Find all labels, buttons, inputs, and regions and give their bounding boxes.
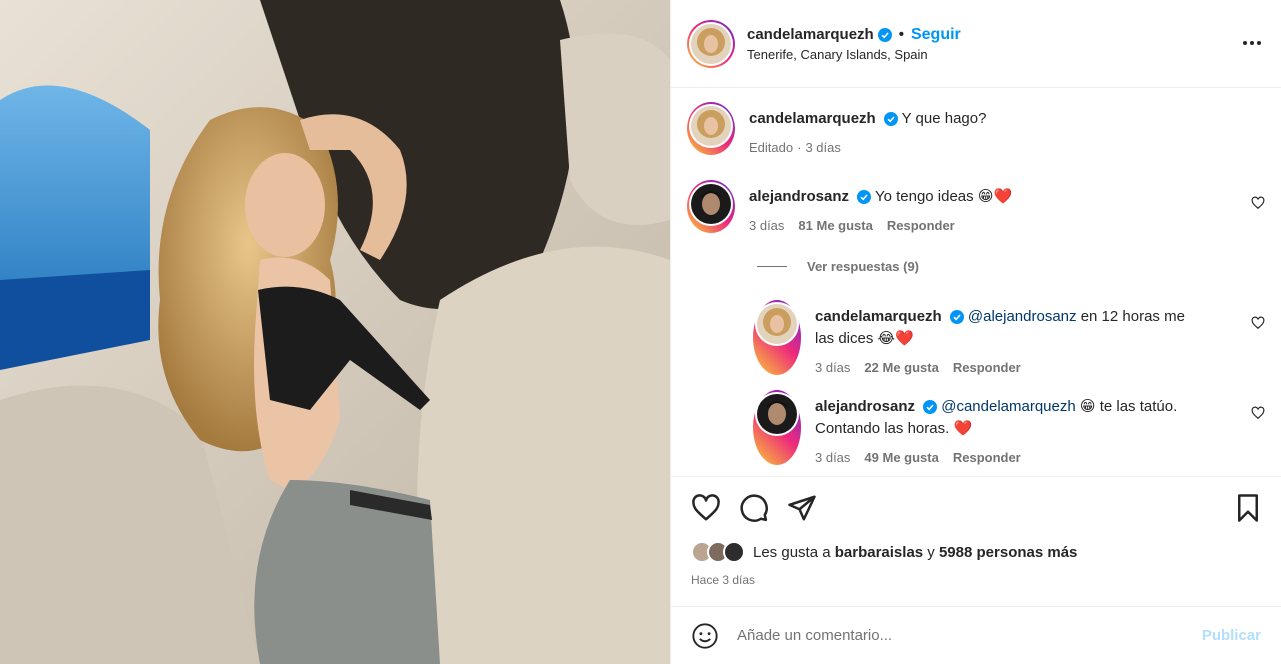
verified-badge-icon (923, 400, 938, 415)
reply-text-line2: Contando las horas. (815, 420, 950, 437)
reply-username[interactable]: alejandrosanz (815, 398, 915, 415)
red-heart-emoji: ❤️ (895, 330, 914, 347)
tears-of-joy-emoji: 😂 (877, 330, 896, 347)
view-replies-label: Ver respuestas (9) (807, 259, 920, 274)
reply-text-line2: las dices (815, 330, 874, 347)
separator-dot: • (898, 26, 904, 43)
comment-username[interactable]: alejandrosanz (749, 188, 849, 205)
reply-likes[interactable]: 49 Me gusta (864, 450, 938, 465)
red-heart-emoji: ❤️ (953, 420, 973, 437)
add-comment-input[interactable] (737, 627, 1202, 644)
red-heart-emoji: ❤️ (993, 188, 1013, 205)
like-comment-heart-icon[interactable] (1251, 196, 1265, 210)
liker-avatars (691, 541, 745, 563)
save-bookmark-icon[interactable] (1233, 493, 1263, 523)
avatar[interactable] (753, 300, 801, 375)
caption-username[interactable]: candelamarquezh (749, 110, 876, 127)
mention-link[interactable]: @alejandrosanz (968, 308, 1077, 325)
likes-conj: y (927, 543, 935, 561)
likes-summary[interactable]: Les gusta a barbaraislas y 5988 personas… (691, 541, 1077, 563)
caption: candelamarquezh Y que hago? Editado · 3 … (687, 102, 1265, 155)
comment-likes[interactable]: 81 Me gusta (798, 218, 872, 233)
avatar[interactable] (753, 390, 801, 465)
mention-link[interactable]: @candelamarquezh (941, 398, 1075, 415)
post-location[interactable]: Tenerife, Canary Islands, Spain (747, 47, 961, 62)
reply-username[interactable]: candelamarquezh (815, 308, 942, 325)
comment-text: Yo tengo ideas (874, 188, 974, 205)
likes-others-count[interactable]: 5988 personas más (939, 544, 1077, 561)
view-replies-button[interactable]: Ver respuestas (9) (757, 259, 919, 274)
post-actions: Les gusta a barbaraislas y 5988 personas… (671, 476, 1281, 606)
post-author-username[interactable]: candelamarquezh (747, 26, 874, 43)
more-options-button[interactable] (1239, 30, 1265, 56)
avatar-image (757, 394, 797, 434)
like-comment-heart-icon[interactable] (1251, 316, 1265, 330)
verified-badge-icon (949, 310, 964, 325)
edited-label: Editado (749, 140, 794, 155)
verified-badge-icon (857, 190, 872, 205)
avatar-image (691, 184, 731, 224)
avatar-image (757, 304, 797, 344)
verified-badge-icon (877, 27, 892, 42)
comment-time[interactable]: 3 días (749, 218, 784, 233)
comments-list: candelamarquezh Y que hago? Editado · 3 … (671, 88, 1281, 476)
reply-likes[interactable]: 22 Me gusta (864, 360, 938, 375)
reply-button[interactable]: Responder (953, 360, 1021, 375)
avatar[interactable] (687, 102, 735, 155)
grin-emoji: 😁 (1079, 398, 1096, 415)
photo-illustration (0, 0, 670, 664)
comment: alejandrosanz Yo tengo ideas 😁❤️ 3 días … (687, 180, 1265, 233)
avatar-image (691, 106, 731, 146)
reply-button[interactable]: Responder (953, 450, 1021, 465)
emoji-smiley-icon[interactable] (691, 622, 719, 650)
caption-text: Y que hago? (901, 110, 987, 127)
reply-comment: alejandrosanz @candelamarquezh 😁 te las … (753, 390, 1265, 465)
divider-line (757, 266, 787, 267)
reply-time[interactable]: 3 días (815, 450, 850, 465)
post-header-text: candelamarquezh • Seguir Tenerife, Canar… (747, 26, 961, 62)
post-header: candelamarquezh • Seguir Tenerife, Canar… (671, 0, 1281, 88)
grin-emoji: 😁 (977, 188, 994, 205)
meta-separator: · (797, 140, 802, 155)
caption-time[interactable]: 3 días (805, 140, 840, 155)
reply-time[interactable]: 3 días (815, 360, 850, 375)
reply-text-line1: te las tatúo. (1099, 398, 1178, 415)
reply-comment: candelamarquezh @alejandrosanz en 12 hor… (753, 300, 1265, 375)
more-horizontal-icon (1243, 41, 1261, 45)
posted-time[interactable]: Hace 3 días (691, 573, 755, 587)
avatar[interactable] (687, 19, 735, 68)
reply-button[interactable]: Responder (887, 218, 955, 233)
share-send-icon[interactable] (787, 493, 817, 523)
reply-text-line1: en 12 horas me (1080, 308, 1185, 325)
like-comment-heart-icon[interactable] (1251, 406, 1265, 420)
post-photo[interactable] (0, 0, 670, 664)
avatar-image (691, 23, 731, 64)
post-viewer: candelamarquezh • Seguir Tenerife, Canar… (0, 0, 1281, 664)
add-comment-bar: Publicar (671, 606, 1281, 664)
comment-bubble-icon[interactable] (739, 493, 769, 523)
avatar[interactable] (687, 180, 735, 233)
post-side-panel: candelamarquezh • Seguir Tenerife, Canar… (670, 0, 1281, 664)
liker-username[interactable]: barbaraislas (835, 544, 923, 561)
follow-button[interactable]: Seguir (911, 26, 961, 44)
verified-badge-icon (883, 112, 898, 127)
avatar (723, 541, 745, 563)
publish-button[interactable]: Publicar (1202, 627, 1261, 644)
like-heart-icon[interactable] (691, 493, 721, 523)
likes-prefix: Les gusta a (753, 543, 831, 561)
